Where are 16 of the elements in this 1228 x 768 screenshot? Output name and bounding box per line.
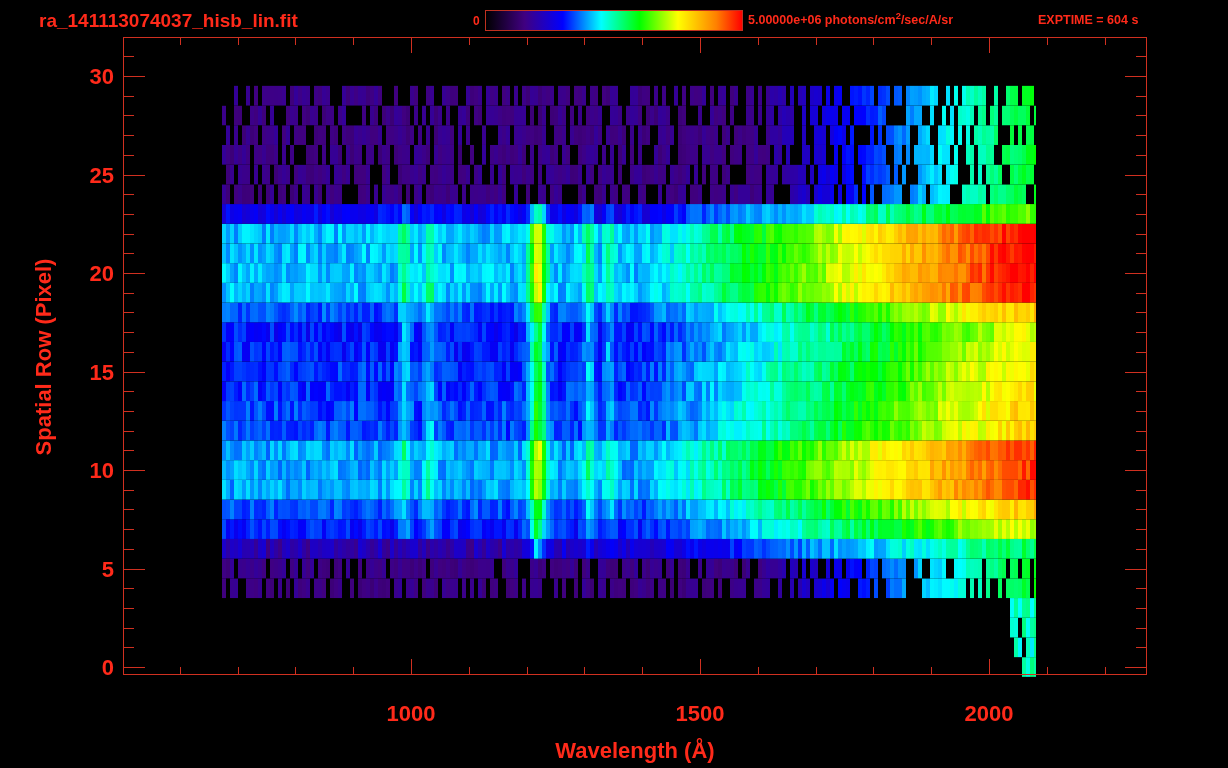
x-tick-label: 2000 <box>964 701 1014 726</box>
y-tick-label: 25 <box>89 162 114 188</box>
y-tick-label: 15 <box>89 359 114 385</box>
x-tick-label: 1000 <box>386 701 436 726</box>
y-tick-label: 0 <box>101 655 114 680</box>
x-axis-title: Wavelength (Å) <box>555 738 715 763</box>
plot-title: ra_141113074037_hisb_lin.fit <box>39 11 299 30</box>
y-tick-label: 5 <box>101 556 114 582</box>
y-tick-label: 20 <box>89 261 114 286</box>
y-axis-title: Spatial Row (Pixel) <box>31 258 56 456</box>
y-tick-label: 10 <box>89 458 114 483</box>
exposure-time-label: EXPTIME = 604 s <box>1038 12 1139 30</box>
y-tick-label: 30 <box>89 64 114 89</box>
x-tick-label: 1500 <box>675 701 725 726</box>
colorbar-min-label: 0 <box>473 12 481 30</box>
colorbar-max-label: 5.00000e+06 photons/cm$^{2}$/sec/A/sr <box>748 11 954 30</box>
